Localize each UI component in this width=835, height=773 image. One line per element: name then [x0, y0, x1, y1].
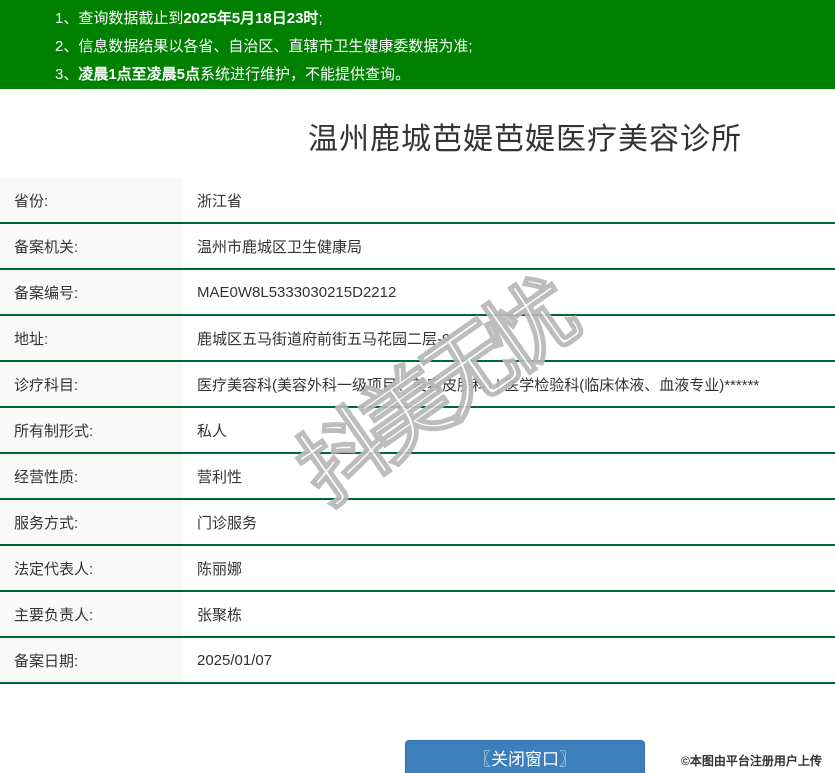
row-value: 2025/01/07: [197, 651, 273, 669]
table-row-address: 地址: 鹿城区五马街道府前街五马花园二层-9: [0, 316, 835, 362]
close-window-button[interactable]: 〖关闭窗口〗: [405, 740, 645, 773]
notice-line-1: 1、查询数据截止到2025年5月18日23时;: [55, 5, 835, 33]
notice-bar: 1、查询数据截止到2025年5月18日23时; 2、信息数据结果以各省、自治区、…: [0, 0, 835, 89]
notice-1-suffix: ;: [318, 10, 323, 27]
notice-3-text: 3、: [55, 66, 79, 83]
page: 1、查询数据截止到2025年5月18日23时; 2、信息数据结果以各省、自治区、…: [0, 0, 835, 773]
table-row-service-mode: 服务方式: 门诊服务: [0, 500, 835, 546]
table-row-legal-rep: 法定代表人: 陈丽娜: [0, 546, 835, 592]
row-label: 诊疗科目:: [0, 362, 183, 406]
row-value: 张聚栋: [197, 606, 243, 624]
table-row-authority: 备案机关: 温州市鹿城区卫生健康局: [0, 224, 835, 270]
table-row-main-person: 主要负责人: 张聚栋: [0, 592, 835, 638]
table-row-departments: 诊疗科目: 医疗美容科(美容外科一级项目、美容皮肤科) | 医学检验科(临床体液…: [0, 362, 835, 408]
row-label: 备案编号:: [0, 270, 183, 314]
row-value: 营利性: [197, 468, 243, 486]
notice-line-3: 3、凌晨1点至凌晨5点系统进行维护，不能提供查询。: [55, 61, 835, 89]
row-label: 备案日期:: [0, 638, 183, 682]
row-value: 门诊服务: [197, 514, 258, 532]
row-value: MAE0W8L5333030215D2212: [197, 283, 397, 301]
row-value: 浙江省: [197, 192, 243, 210]
row-value: 温州市鹿城区卫生健康局: [197, 238, 363, 256]
info-table: 省份: 浙江省 备案机关: 温州市鹿城区卫生健康局 备案编号: MAE0W8L5…: [0, 178, 835, 684]
table-row-province: 省份: 浙江省: [0, 178, 835, 224]
row-value: 鹿城区五马街道府前街五马花园二层-9: [197, 330, 451, 348]
row-label: 所有制形式:: [0, 408, 183, 452]
row-value: 陈丽娜: [197, 560, 243, 578]
table-row-record-number: 备案编号: MAE0W8L5333030215D2212: [0, 270, 835, 316]
row-label: 服务方式:: [0, 500, 183, 544]
table-row-record-date: 备案日期: 2025/01/07: [0, 638, 835, 684]
notice-1-bold: 2025年5月18日23时: [183, 10, 319, 27]
row-label: 备案机关:: [0, 224, 183, 268]
row-label: 经营性质:: [0, 454, 183, 498]
row-label: 地址:: [0, 316, 183, 360]
notice-3-bold: 凌晨1点至凌晨5点: [78, 66, 201, 83]
table-row-business-nature: 经营性质: 营利性: [0, 454, 835, 500]
row-label: 主要负责人:: [0, 592, 183, 636]
notice-3-suffix: 系统进行维护，不能提供查询。: [200, 66, 411, 83]
table-row-ownership: 所有制形式: 私人: [0, 408, 835, 454]
row-label: 省份:: [0, 178, 183, 222]
row-value: 医疗美容科(美容外科一级项目、美容皮肤科) | 医学检验科(临床体液、血液专业)…: [197, 376, 760, 394]
notice-line-2: 2、信息数据结果以各省、自治区、直辖市卫生健康委数据为准;: [55, 33, 835, 61]
notice-2-text: 2、信息数据结果以各省、自治区、直辖市卫生健康委数据为准;: [55, 38, 473, 55]
page-title: 温州鹿城芭媞芭媞医疗美容诊所: [308, 123, 742, 156]
row-value: 私人: [197, 422, 228, 440]
copyright-stamp: ©本图由平台注册用户上传: [681, 754, 822, 768]
row-label: 法定代表人:: [0, 546, 183, 590]
notice-1-text: 1、查询数据截止到: [55, 10, 184, 27]
